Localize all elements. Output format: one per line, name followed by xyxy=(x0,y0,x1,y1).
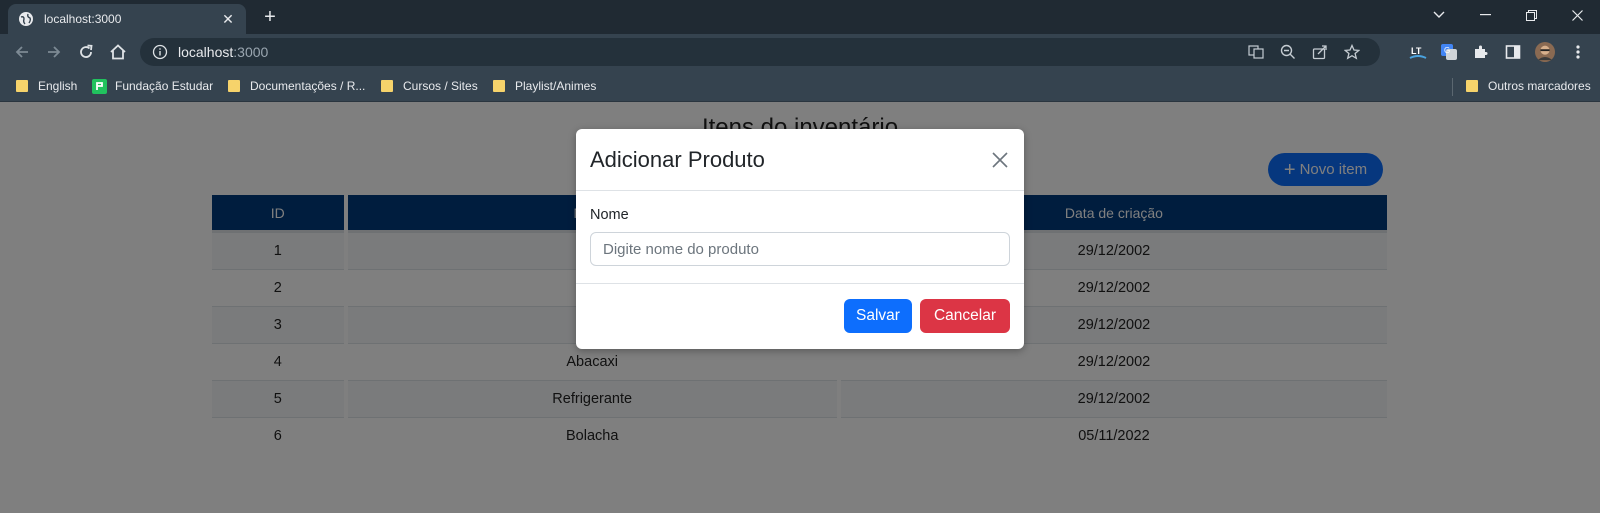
address-bar[interactable]: localhost:3000 xyxy=(140,38,1380,66)
restore-icon[interactable] xyxy=(1508,0,1554,30)
modal-title: Adicionar Produto xyxy=(590,146,765,172)
bookmark-star-icon[interactable] xyxy=(1344,44,1360,60)
share-icon[interactable] xyxy=(1312,44,1328,60)
close-icon[interactable] xyxy=(990,150,1010,170)
bookmark-label: Outros marcadores xyxy=(1488,79,1591,93)
tab-title: localhost:3000 xyxy=(44,12,122,26)
minimize-icon[interactable] xyxy=(1462,0,1508,30)
cancel-button[interactable]: Cancelar xyxy=(920,299,1010,333)
url-text: localhost:3000 xyxy=(178,44,268,60)
url-host: localhost xyxy=(178,44,234,60)
folder-icon xyxy=(16,79,28,93)
modal-body: Nome xyxy=(576,191,1024,284)
name-field-label: Nome xyxy=(590,207,629,223)
bookmark-playlist-animes[interactable]: Playlist/Animes xyxy=(493,77,596,95)
new-tab-button[interactable]: + xyxy=(258,6,282,30)
avatar[interactable] xyxy=(1535,42,1555,62)
home-icon[interactable] xyxy=(106,40,130,64)
bookmark-label: Playlist/Animes xyxy=(515,79,597,93)
tab-strip: localhost:3000 ✕ + xyxy=(0,0,1600,34)
add-product-modal: Adicionar Produto Nome Salvar Cancelar xyxy=(576,129,1024,349)
bookmark-label: Documentações / R... xyxy=(250,79,366,93)
product-name-input[interactable] xyxy=(590,232,1010,266)
side-panel-icon[interactable] xyxy=(1503,42,1523,62)
bookmark-other[interactable]: Outros marcadores xyxy=(1466,77,1591,95)
back-icon[interactable] xyxy=(10,40,34,64)
languagetool-icon[interactable]: LT xyxy=(1408,42,1428,62)
bookmark-english[interactable]: English xyxy=(16,77,77,95)
page-content: Itens do inventário + Novo item ID Nome … xyxy=(0,102,1600,513)
browser-toolbar: localhost:3000 LT G xyxy=(0,34,1600,70)
site-info-icon[interactable] xyxy=(152,44,168,60)
browser-menu-icon[interactable] xyxy=(1568,42,1588,62)
tab-search-icon[interactable] xyxy=(1416,0,1462,30)
save-button[interactable]: Salvar xyxy=(844,299,912,333)
modal-header: Adicionar Produto xyxy=(576,129,1024,191)
tab-close-icon[interactable]: ✕ xyxy=(220,11,236,28)
bookmark-cursos-sites[interactable]: Cursos / Sites xyxy=(381,77,478,95)
extensions-puzzle-icon[interactable] xyxy=(1471,42,1491,62)
bookmark-label: English xyxy=(38,79,78,93)
bookmarks-divider xyxy=(1452,78,1453,96)
url-port: :3000 xyxy=(233,44,269,60)
bookmark-label: Cursos / Sites xyxy=(403,79,478,93)
svg-text:LT: LT xyxy=(1411,46,1422,56)
modal-footer: Salvar Cancelar xyxy=(576,284,1024,348)
translate-icon[interactable] xyxy=(1248,44,1264,60)
close-window-icon[interactable] xyxy=(1554,0,1600,30)
bookmarks-bar: English Fundação Estudar Documentações /… xyxy=(0,70,1600,102)
bookmark-label: Fundação Estudar xyxy=(115,79,214,93)
svg-text:G: G xyxy=(1444,46,1450,55)
bookmark-fundacao-estudar[interactable]: Fundação Estudar xyxy=(92,77,213,95)
fundacao-estudar-icon xyxy=(92,79,107,94)
folder-icon xyxy=(493,79,505,93)
forward-icon[interactable] xyxy=(42,40,66,64)
folder-icon xyxy=(381,79,393,93)
globe-icon xyxy=(18,11,34,27)
reload-icon[interactable] xyxy=(74,40,98,64)
google-translate-icon[interactable]: G xyxy=(1439,42,1459,62)
zoom-icon[interactable] xyxy=(1280,44,1296,60)
folder-icon xyxy=(1466,79,1478,93)
bookmark-documentacoes[interactable]: Documentações / R... xyxy=(228,77,365,95)
browser-tab[interactable]: localhost:3000 ✕ xyxy=(8,4,246,34)
folder-icon xyxy=(228,79,240,93)
